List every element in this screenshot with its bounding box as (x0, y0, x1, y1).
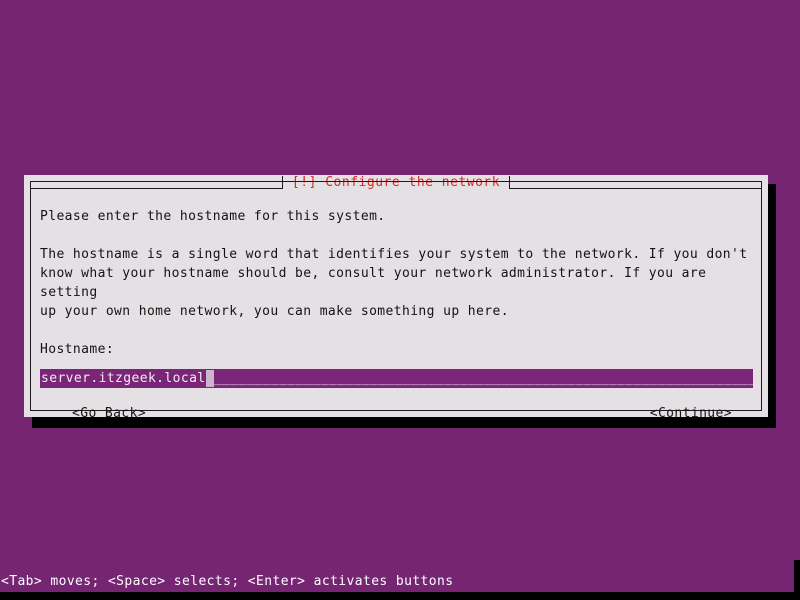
hostname-input-fill: ________________________________________… (213, 371, 753, 386)
hostname-label: Hostname: (40, 342, 115, 357)
dialog-body: Please enter the hostname for this syste… (40, 207, 753, 421)
dialog-button-row: <Go Back> <Continue> (40, 404, 752, 424)
hostname-input[interactable]: server.itzgeek.local ___________________… (40, 369, 753, 388)
configure-network-dialog: [!] Configure the network Please enter t… (24, 175, 768, 421)
intro-text: Please enter the hostname for this syste… (40, 209, 386, 224)
go-back-button[interactable]: <Go Back> (72, 404, 146, 424)
status-bar-hint: <Tab> moves; <Space> selects; <Enter> ac… (1, 574, 454, 589)
text-cursor (205, 370, 214, 387)
installer-screen: [!] Configure the network Please enter t… (0, 0, 800, 600)
right-edge-strip (794, 560, 800, 594)
hostname-input-value: server.itzgeek.local (41, 371, 206, 386)
description-text: The hostname is a single word that ident… (40, 247, 748, 319)
continue-button[interactable]: <Continue> (650, 404, 732, 424)
bottom-edge-strip (0, 592, 800, 600)
